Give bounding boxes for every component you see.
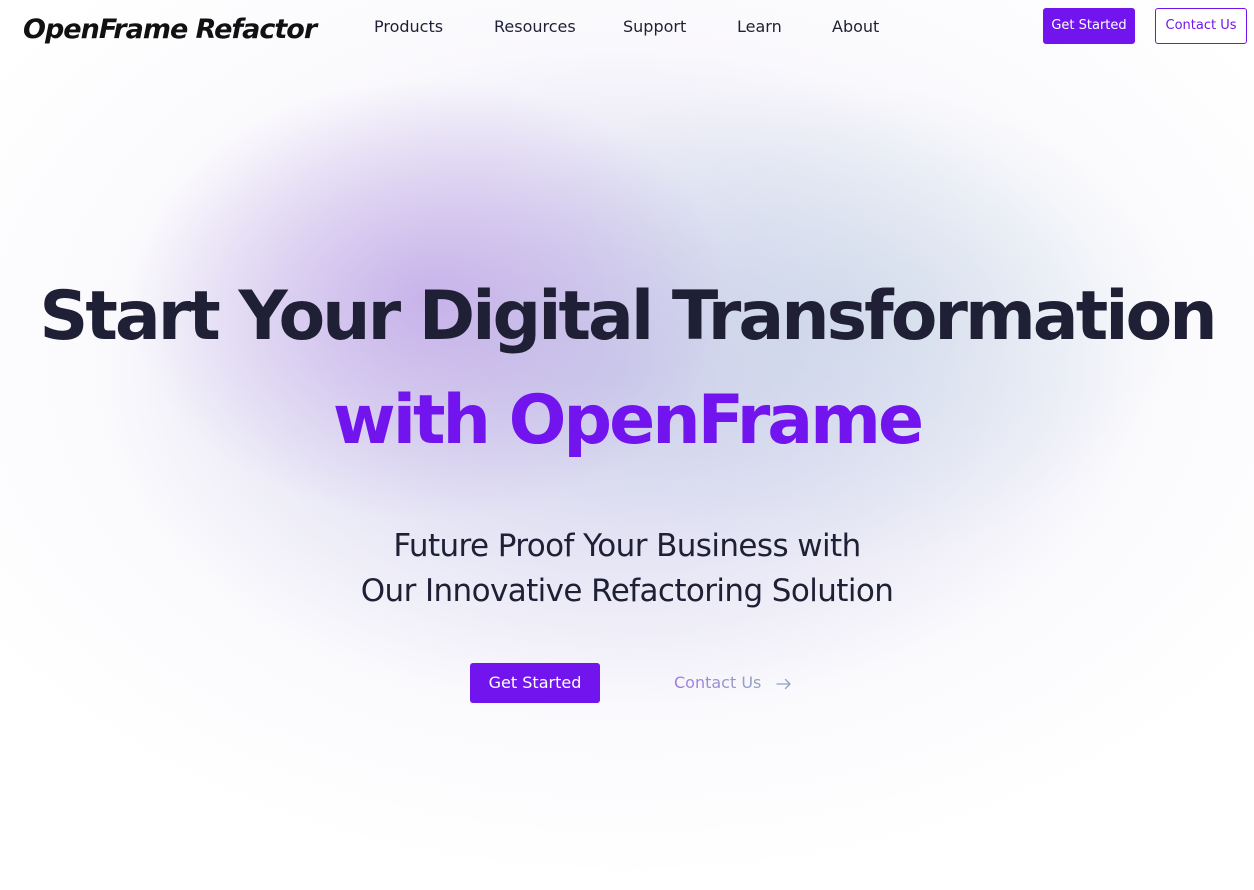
site-logo[interactable]: OpenFrame Refactor bbox=[23, 12, 317, 48]
nav-item-support[interactable]: Support bbox=[623, 14, 737, 40]
hero-contact-us-link[interactable]: Contact Us bbox=[674, 663, 792, 703]
nav-item-about[interactable]: About bbox=[832, 14, 892, 40]
hero-get-started-button[interactable]: Get Started bbox=[470, 663, 600, 703]
hero-contact-us-label: Contact Us bbox=[674, 663, 761, 703]
site-header: OpenFrame Refactor Products Resources Su… bbox=[0, 0, 1254, 54]
hero-subtitle-line-1: Future Proof Your Business with bbox=[393, 528, 861, 564]
header-contact-us-button[interactable]: Contact Us bbox=[1155, 8, 1247, 44]
main-nav: Products Resources Support Learn About bbox=[374, 14, 892, 40]
hero-title: Start Your Digital Transformation bbox=[39, 277, 1217, 356]
nav-item-resources[interactable]: Resources bbox=[494, 14, 623, 40]
nav-item-products[interactable]: Products bbox=[374, 14, 494, 40]
nav-item-learn[interactable]: Learn bbox=[737, 14, 832, 40]
hero-title-accent: with OpenFrame bbox=[332, 381, 924, 460]
hero-subtitle-line-2: Our Innovative Refactoring Solution bbox=[360, 573, 894, 609]
arrow-right-icon bbox=[776, 677, 792, 690]
header-get-started-button[interactable]: Get Started bbox=[1043, 8, 1135, 44]
